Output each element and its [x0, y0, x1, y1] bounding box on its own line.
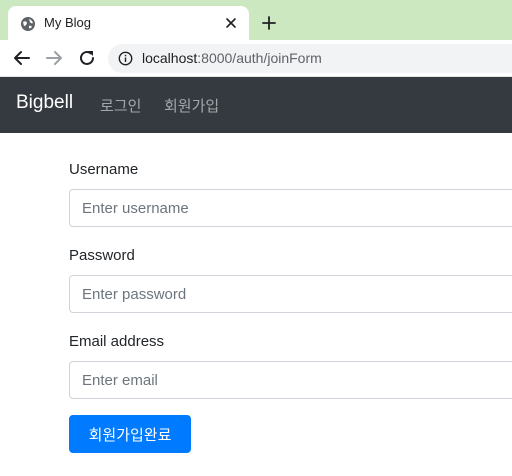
- password-label: Password: [69, 247, 135, 264]
- address-bar[interactable]: localhost:8000/auth/joinForm: [108, 44, 512, 73]
- arrow-left-icon[interactable]: [12, 48, 32, 68]
- browser-toolbar: localhost:8000/auth/joinForm: [0, 40, 512, 77]
- browser-tab[interactable]: My Blog: [8, 6, 249, 40]
- arrow-right-icon[interactable]: [44, 48, 64, 68]
- url-host: localhost: [142, 50, 198, 66]
- url-path: :8000/auth/joinForm: [197, 50, 322, 66]
- email-label: Email address: [69, 333, 165, 350]
- globe-icon: [21, 17, 35, 31]
- reload-icon[interactable]: [77, 48, 97, 68]
- plus-icon[interactable]: [260, 14, 278, 32]
- tab-strip: My Blog: [0, 0, 512, 40]
- join-submit-button[interactable]: 회원가입완료: [69, 415, 191, 453]
- close-icon[interactable]: [223, 15, 239, 31]
- site-navbar: Bigbell 로그인 회원가입: [0, 77, 512, 133]
- brand-link[interactable]: Bigbell: [16, 92, 73, 114]
- nav-link-login[interactable]: 로그인: [100, 95, 141, 116]
- username-label: Username: [69, 161, 139, 178]
- url-text: localhost:8000/auth/joinForm: [142, 50, 322, 66]
- info-icon[interactable]: [118, 51, 133, 66]
- email-input[interactable]: [69, 361, 512, 399]
- password-input[interactable]: [69, 275, 512, 313]
- nav-link-join[interactable]: 회원가입: [164, 95, 219, 116]
- tab-title: My Blog: [44, 15, 91, 30]
- username-input[interactable]: [69, 189, 512, 227]
